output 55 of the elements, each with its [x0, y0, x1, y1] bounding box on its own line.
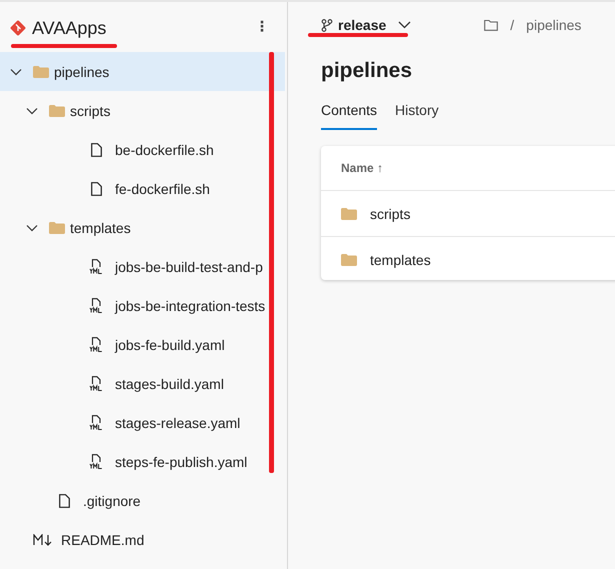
yaml-file-icon [89, 415, 103, 430]
tree-row[interactable]: scripts [0, 91, 287, 130]
folder-icon [341, 208, 357, 220]
file-name: jobs-fe-build.yaml [115, 336, 225, 352]
tree-row[interactable]: steps-fe-publish.yaml [0, 442, 287, 481]
file-name: steps-fe-publish.yaml [115, 454, 248, 470]
tree-row[interactable]: jobs-be-build-test-and-p [0, 247, 287, 286]
folder-name: pipelines [54, 64, 110, 80]
file-icon [90, 142, 102, 156]
file-name: be-dockerfile.sh [115, 142, 214, 158]
repository-name[interactable]: AVAApps [32, 18, 106, 38]
yaml-file-icon [89, 454, 103, 469]
yaml-file-icon [89, 376, 103, 391]
tab[interactable]: Contents [321, 96, 378, 130]
folder-name: templates [70, 220, 131, 236]
tree-row[interactable]: jobs-fe-build.yaml [0, 325, 287, 364]
file-name: jobs-be-integration-tests [115, 298, 266, 314]
tab[interactable]: History [395, 96, 439, 130]
folder-link[interactable]: templates [370, 252, 431, 268]
folder-icon [49, 104, 65, 116]
folder-link[interactable]: scripts [370, 206, 410, 222]
tree-row[interactable]: .gitignore [0, 481, 287, 520]
yaml-file-icon [89, 298, 103, 313]
branch-icon [321, 18, 333, 32]
file-name: stages-build.yaml [115, 376, 224, 392]
file-name: .gitignore [83, 492, 141, 508]
file-name: jobs-be-build-test-and-p [115, 258, 263, 274]
tree-row[interactable]: fe-dockerfile.sh [0, 169, 287, 208]
chevron-down-icon [398, 21, 412, 29]
file-icon [58, 494, 70, 508]
file-name: fe-dockerfile.sh [115, 180, 210, 196]
tree-row[interactable]: templates [0, 208, 287, 247]
more-options-button[interactable]: ⋮ [251, 19, 273, 35]
column-header[interactable]: Name ↑ [341, 161, 384, 175]
branch-selector[interactable]: release [321, 17, 412, 33]
page-title: pipelines [321, 58, 414, 84]
tree-row[interactable]: be-dockerfile.sh [0, 130, 287, 169]
markdown-icon [33, 534, 53, 546]
folder-outline-icon[interactable] [484, 19, 498, 31]
folder-icon [341, 254, 357, 266]
tree-row[interactable]: jobs-be-integration-tests [0, 286, 287, 325]
tree-row[interactable]: stages-build.yaml [0, 364, 287, 403]
file-name: stages-release.yaml [115, 414, 240, 430]
file-icon [90, 182, 102, 196]
file-name: README.md [61, 532, 144, 548]
breadcrumb-link[interactable]: pipelines [526, 17, 582, 33]
folder-icon [49, 222, 65, 234]
breadcrumb-separator: / [510, 17, 514, 33]
tree-row[interactable]: stages-release.yaml [0, 403, 287, 442]
tree-row[interactable]: pipelines [0, 52, 285, 91]
folder-icon [33, 66, 49, 78]
yaml-file-icon [89, 337, 103, 352]
tree-row[interactable]: README.md [0, 520, 287, 559]
folder-name: scripts [70, 102, 110, 118]
yaml-file-icon [89, 259, 103, 274]
